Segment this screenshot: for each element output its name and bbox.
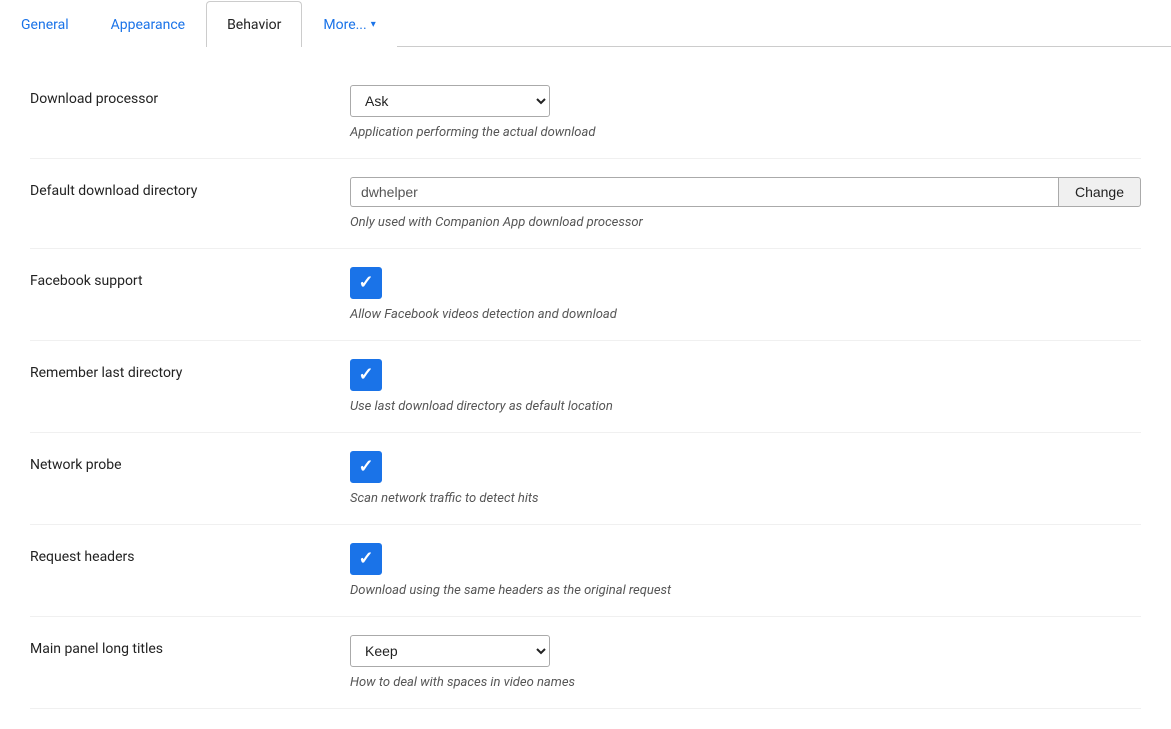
settings-content: Download processor Ask Companion App Bro…	[0, 47, 1171, 729]
setting-row-facebook-support: Facebook support ✓ Allow Facebook videos…	[30, 249, 1141, 341]
remember-directory-hint: Use last download directory as default l…	[350, 399, 1141, 414]
setting-row-download-processor: Download processor Ask Companion App Bro…	[30, 67, 1141, 159]
download-processor-hint: Application performing the actual downlo…	[350, 125, 1141, 140]
setting-label-main-panel-titles: Main panel long titles	[30, 635, 350, 657]
download-directory-input-row: Change	[350, 177, 1141, 207]
facebook-support-hint: Allow Facebook videos detection and down…	[350, 307, 1141, 322]
download-directory-input[interactable]	[350, 177, 1058, 207]
setting-control-facebook-support: ✓ Allow Facebook videos detection and do…	[350, 267, 1141, 322]
network-probe-checkbox[interactable]: ✓	[350, 451, 382, 483]
setting-label-download-directory: Default download directory	[30, 177, 350, 199]
remember-directory-checkmark-icon: ✓	[358, 366, 373, 384]
setting-row-network-probe: Network probe ✓ Scan network traffic to …	[30, 433, 1141, 525]
tab-more-label: More...	[323, 17, 366, 33]
tab-appearance[interactable]: Appearance	[90, 1, 206, 47]
request-headers-hint: Download using the same headers as the o…	[350, 583, 1141, 598]
setting-label-request-headers: Request headers	[30, 543, 350, 565]
main-panel-titles-hint: How to deal with spaces in video names	[350, 675, 1141, 690]
facebook-support-checkmark-icon: ✓	[358, 274, 373, 292]
setting-label-network-probe: Network probe	[30, 451, 350, 473]
network-probe-hint: Scan network traffic to detect hits	[350, 491, 1141, 506]
setting-label-facebook-support: Facebook support	[30, 267, 350, 289]
setting-row-main-panel-titles: Main panel long titles Keep Truncate Wra…	[30, 617, 1141, 709]
setting-control-main-panel-titles: Keep Truncate Wrap How to deal with spac…	[350, 635, 1141, 690]
tab-general-label: General	[21, 17, 69, 33]
setting-label-remember-directory: Remember last directory	[30, 359, 350, 381]
tab-behavior[interactable]: Behavior	[206, 1, 302, 47]
tab-general[interactable]: General	[0, 1, 90, 47]
setting-row-download-directory: Default download directory Change Only u…	[30, 159, 1141, 249]
request-headers-checkmark-icon: ✓	[358, 550, 373, 568]
setting-row-remember-directory: Remember last directory ✓ Use last downl…	[30, 341, 1141, 433]
main-panel-titles-select[interactable]: Keep Truncate Wrap	[350, 635, 550, 667]
download-processor-select[interactable]: Ask Companion App Browser	[350, 85, 550, 117]
setting-label-download-processor: Download processor	[30, 85, 350, 107]
setting-control-download-directory: Change Only used with Companion App down…	[350, 177, 1141, 230]
tab-more-arrow-icon: ▾	[371, 19, 376, 30]
remember-directory-checkbox[interactable]: ✓	[350, 359, 382, 391]
facebook-support-checkbox[interactable]: ✓	[350, 267, 382, 299]
setting-control-remember-directory: ✓ Use last download directory as default…	[350, 359, 1141, 414]
setting-control-download-processor: Ask Companion App Browser Application pe…	[350, 85, 1141, 140]
change-directory-button[interactable]: Change	[1058, 177, 1141, 207]
network-probe-checkmark-icon: ✓	[358, 458, 373, 476]
setting-control-request-headers: ✓ Download using the same headers as the…	[350, 543, 1141, 598]
setting-control-network-probe: ✓ Scan network traffic to detect hits	[350, 451, 1141, 506]
setting-row-request-headers: Request headers ✓ Download using the sam…	[30, 525, 1141, 617]
tab-more[interactable]: More... ▾	[302, 1, 396, 47]
download-directory-hint: Only used with Companion App download pr…	[350, 215, 1141, 230]
tab-appearance-label: Appearance	[111, 17, 185, 33]
request-headers-checkbox[interactable]: ✓	[350, 543, 382, 575]
tab-bar: General Appearance Behavior More... ▾	[0, 0, 1171, 47]
tab-behavior-label: Behavior	[227, 17, 281, 33]
